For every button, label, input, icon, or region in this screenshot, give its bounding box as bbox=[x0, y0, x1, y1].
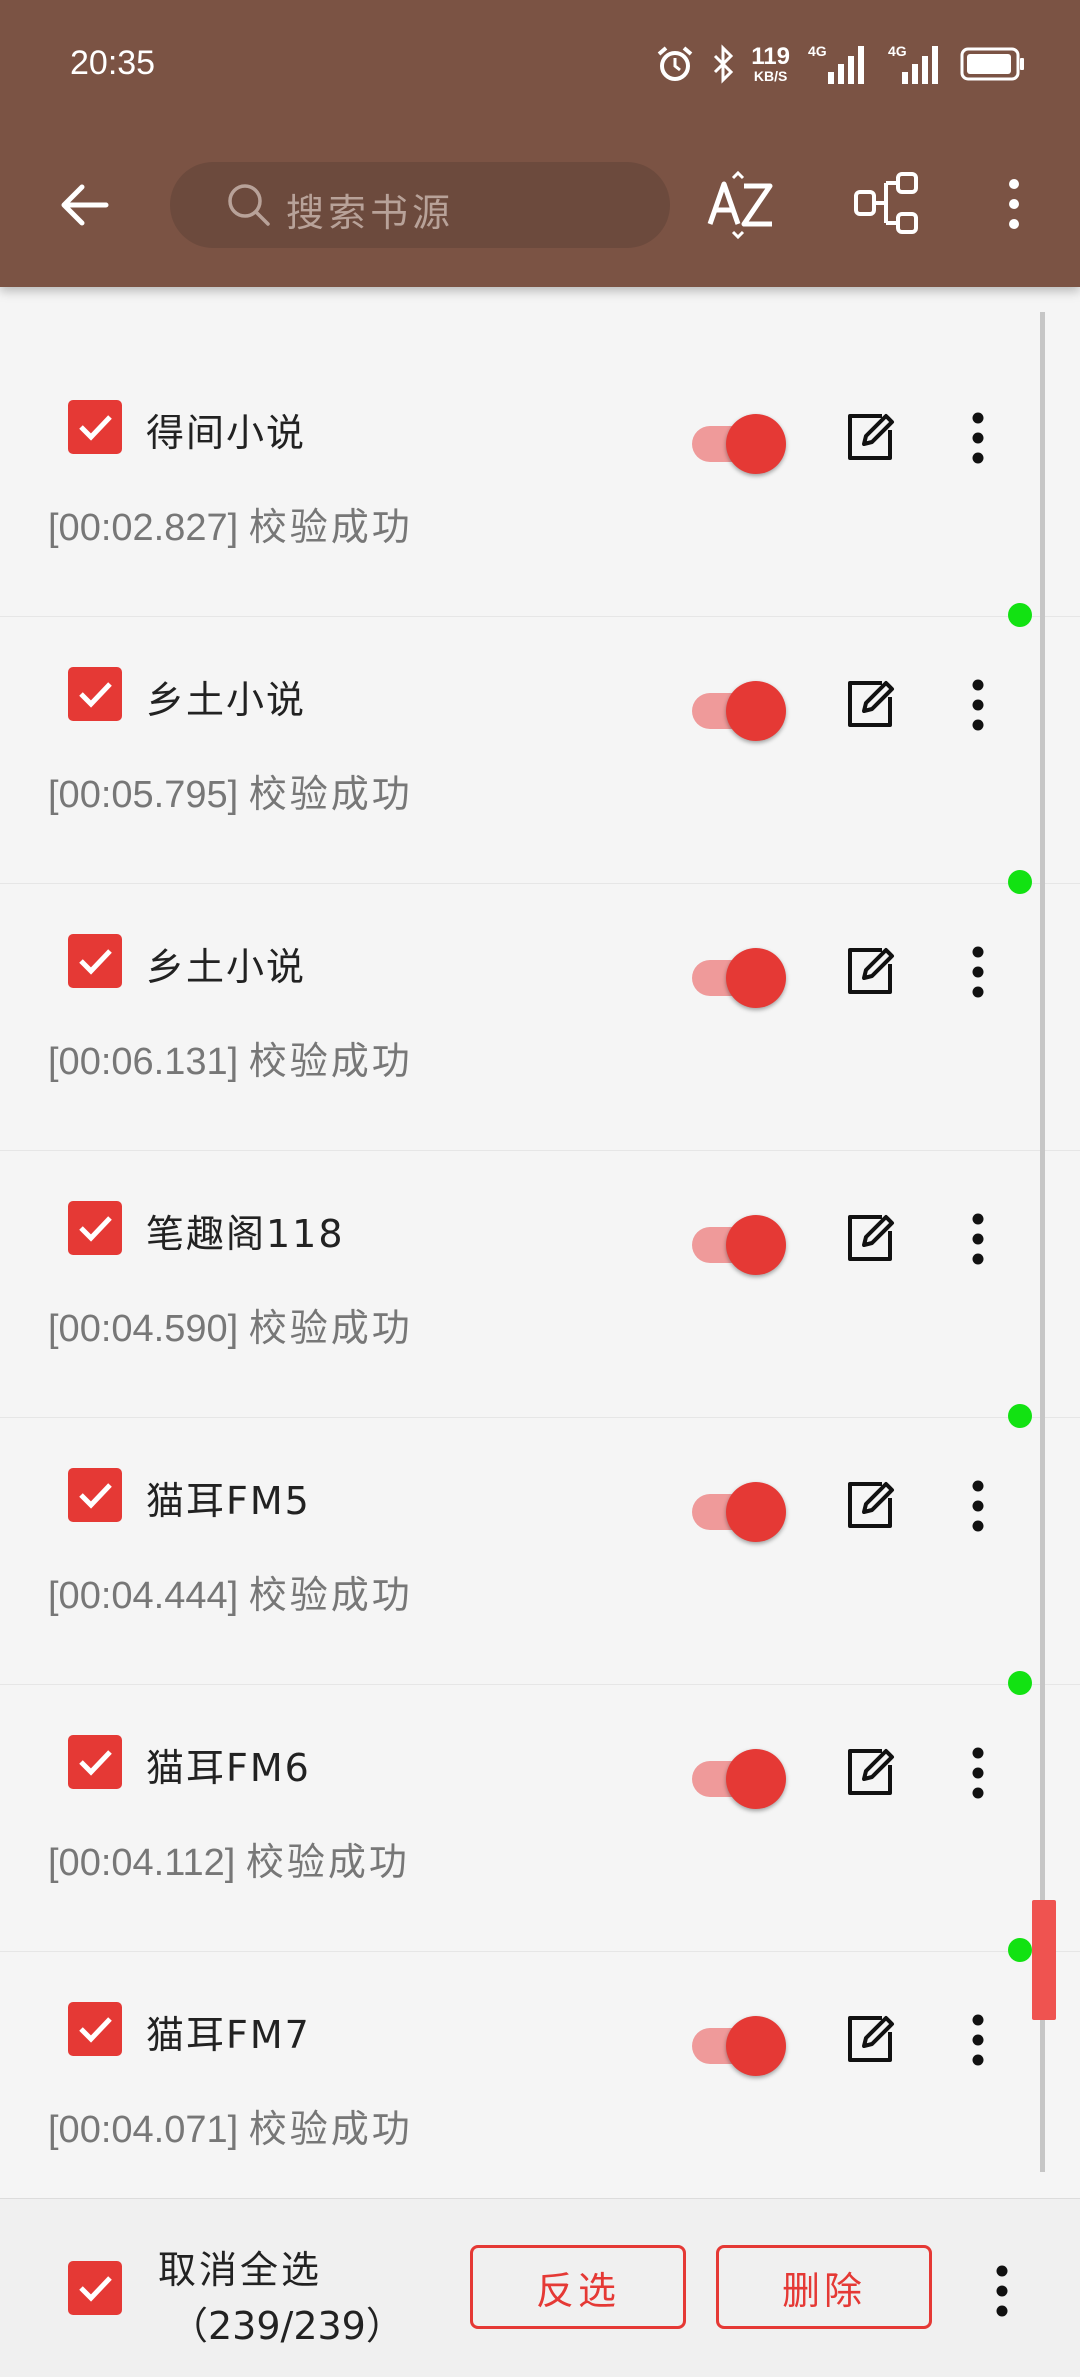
select-count: （239/239） bbox=[170, 2304, 404, 2348]
signal-4g-icon: 4G bbox=[888, 43, 938, 84]
enable-switch[interactable] bbox=[692, 412, 788, 474]
list-item[interactable]: 笔趣阁118 [00:04.590] 校验成功 bbox=[0, 1151, 1080, 1418]
new-indicator-dot bbox=[1008, 1671, 1032, 1695]
enable-switch[interactable] bbox=[692, 1213, 788, 1275]
edit-icon[interactable] bbox=[842, 677, 898, 733]
status-time: 20:35 bbox=[70, 44, 156, 82]
invert-selection-button[interactable]: 反选 bbox=[470, 2245, 686, 2329]
list-item[interactable]: 得间小说 [00:02.827] 校验成功 bbox=[0, 350, 1080, 617]
new-indicator-dot bbox=[1008, 1938, 1032, 1962]
enable-switch[interactable] bbox=[692, 946, 788, 1008]
source-name: 得间小说 bbox=[146, 411, 307, 455]
list-item[interactable]: 乡土小说 [00:06.131] 校验成功 bbox=[0, 870, 1080, 1151]
item-checkbox[interactable] bbox=[68, 2002, 122, 2056]
back-arrow-icon[interactable] bbox=[52, 172, 118, 238]
delete-button[interactable]: 删除 bbox=[716, 2245, 932, 2329]
select-all-checkbox[interactable] bbox=[68, 2261, 122, 2315]
more-vert-icon[interactable] bbox=[956, 1207, 1000, 1271]
edit-icon[interactable] bbox=[842, 2012, 898, 2068]
edit-icon[interactable] bbox=[842, 410, 898, 466]
edit-icon[interactable] bbox=[842, 1478, 898, 1534]
selection-action-bar: 取消全选 （239/239） 反选 删除 bbox=[0, 2198, 1080, 2377]
item-checkbox[interactable] bbox=[68, 1735, 122, 1789]
battery-icon bbox=[960, 47, 1024, 81]
check-icon bbox=[79, 415, 112, 441]
select-all-label[interactable]: 取消全选 bbox=[158, 2239, 322, 2294]
svg-text:4G: 4G bbox=[808, 43, 827, 59]
source-name: 笔趣阁118 bbox=[146, 1212, 345, 1256]
more-vert-icon[interactable] bbox=[956, 673, 1000, 737]
more-vert-icon[interactable] bbox=[956, 406, 1000, 470]
check-icon bbox=[79, 949, 112, 975]
bluetooth-icon bbox=[714, 44, 734, 84]
sort-az-icon[interactable] bbox=[706, 170, 778, 242]
search-input[interactable]: 搜索书源 bbox=[170, 162, 670, 248]
app-bar: 20:35 119 KB/S 4G 4G 搜索书源 bbox=[0, 0, 1080, 287]
signal-4g-icon: 4G bbox=[808, 43, 864, 84]
more-vert-icon[interactable] bbox=[956, 2008, 1000, 2072]
check-log: [00:05.795] 校验成功 bbox=[48, 772, 413, 816]
check-log: [00:02.827] 校验成功 bbox=[48, 505, 413, 549]
more-vert-icon[interactable] bbox=[956, 940, 1000, 1004]
search-icon bbox=[228, 184, 270, 226]
enable-switch[interactable] bbox=[692, 2014, 788, 2076]
enable-switch[interactable] bbox=[692, 1747, 788, 1809]
source-name: 猫耳FM7 bbox=[146, 2013, 311, 2057]
enable-switch[interactable] bbox=[692, 1480, 788, 1542]
edit-icon[interactable] bbox=[842, 1211, 898, 1267]
status-icons: 119 KB/S 4G 4G bbox=[655, 40, 1026, 88]
edit-icon[interactable] bbox=[842, 1745, 898, 1801]
book-source-list: 得间小说 [00:02.827] 校验成功 乡土小说 [00:05.795] 校… bbox=[0, 350, 1080, 2219]
more-vert-icon[interactable] bbox=[956, 1474, 1000, 1538]
check-log: [00:04.112] 校验成功 bbox=[48, 1840, 410, 1884]
check-log: [00:06.131] 校验成功 bbox=[48, 1039, 413, 1083]
more-vert-icon[interactable] bbox=[992, 168, 1036, 240]
edit-icon[interactable] bbox=[842, 944, 898, 1000]
source-name: 猫耳FM5 bbox=[146, 1479, 311, 1523]
new-indicator-dot bbox=[1008, 1404, 1032, 1428]
item-checkbox[interactable] bbox=[68, 1201, 122, 1255]
item-checkbox[interactable] bbox=[68, 400, 122, 454]
new-indicator-dot bbox=[1008, 603, 1032, 627]
group-icon[interactable] bbox=[852, 168, 924, 240]
source-name: 乡土小说 bbox=[146, 945, 307, 989]
source-name: 猫耳FM6 bbox=[146, 1746, 311, 1790]
enable-switch[interactable] bbox=[692, 679, 788, 741]
net-speed: 119 KB/S bbox=[751, 43, 790, 84]
item-checkbox[interactable] bbox=[68, 934, 122, 988]
check-icon bbox=[79, 1750, 112, 1776]
item-checkbox[interactable] bbox=[68, 1468, 122, 1522]
item-checkbox[interactable] bbox=[68, 667, 122, 721]
check-icon bbox=[79, 682, 112, 708]
check-icon bbox=[79, 2017, 112, 2043]
search-placeholder: 搜索书源 bbox=[286, 191, 455, 235]
more-vert-icon[interactable] bbox=[956, 1741, 1000, 1805]
scrollbar-track[interactable] bbox=[1040, 312, 1045, 2172]
list-item[interactable]: 猫耳FM6 [00:04.112] 校验成功 bbox=[0, 1671, 1080, 1952]
check-log: [00:04.444] 校验成功 bbox=[48, 1573, 413, 1617]
svg-text:4G: 4G bbox=[888, 43, 907, 59]
check-icon bbox=[79, 1483, 112, 1509]
check-log: [00:04.071] 校验成功 bbox=[48, 2107, 413, 2151]
list-item[interactable]: 猫耳FM5 [00:04.444] 校验成功 bbox=[0, 1404, 1080, 1685]
check-icon bbox=[79, 2276, 112, 2302]
fast-scroll-thumb[interactable] bbox=[1032, 1900, 1056, 2020]
list-item[interactable]: 猫耳FM7 [00:04.071] 校验成功 bbox=[0, 1938, 1080, 2219]
source-name: 乡土小说 bbox=[146, 678, 307, 722]
check-log: [00:04.590] 校验成功 bbox=[48, 1306, 413, 1350]
check-icon bbox=[79, 1216, 112, 1242]
alarm-icon bbox=[657, 46, 693, 81]
more-vert-icon[interactable] bbox=[980, 2255, 1024, 2327]
new-indicator-dot bbox=[1008, 870, 1032, 894]
list-item[interactable]: 乡土小说 [00:05.795] 校验成功 bbox=[0, 603, 1080, 884]
